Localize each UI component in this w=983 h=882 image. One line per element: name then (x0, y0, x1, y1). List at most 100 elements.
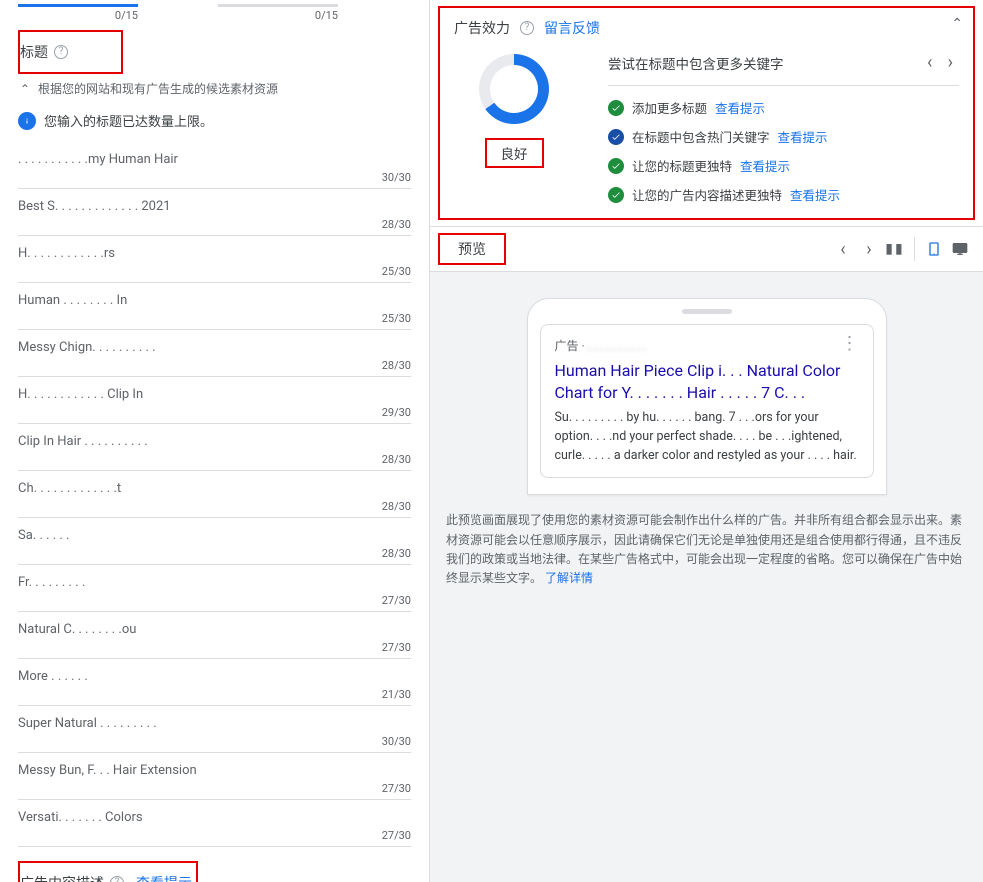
help-icon[interactable]: ? (54, 45, 68, 59)
headline-text: Sa. . . . . . (18, 528, 411, 543)
ad-badge: 广告 · (555, 339, 588, 353)
counter-images: 0/15 (218, 4, 338, 22)
headline-item[interactable]: More . . . . . .21/30 (18, 659, 411, 706)
phone-speaker-icon (682, 309, 732, 314)
char-count: 27/30 (18, 590, 411, 607)
idea-row: 让您的标题更独特 查看提示 (608, 156, 959, 175)
collapse-icon[interactable]: ⌃ (951, 16, 963, 32)
headline-text: Versati. . . . . . . Colors (18, 810, 411, 825)
check-icon (608, 158, 624, 174)
headline-item[interactable]: Fr. . . . . . . . .27/30 (18, 565, 411, 612)
char-count: 28/30 (18, 355, 411, 372)
phone-frame: 广告 · . . . . . . . . . . ⋮ Human Hair Pi… (527, 298, 887, 495)
headline-text: H. . . . . . . . . . . .rs (18, 246, 411, 261)
asset-counters: 0/15 0/15 (18, 0, 411, 30)
idea-text: 让您的广告内容描述更独特 (632, 185, 782, 204)
counter-logos: 0/15 (18, 4, 138, 22)
char-count: 27/30 (18, 637, 411, 654)
preview-pause-button[interactable]: ▮▮ (882, 236, 908, 262)
headline-item[interactable]: Versati. . . . . . . Colors27/30 (18, 800, 411, 847)
char-count: 27/30 (18, 825, 411, 842)
strength-headline-tip: 尝试在标题中包含更多关键字 (608, 53, 784, 73)
char-count: 21/30 (18, 684, 411, 701)
headline-item[interactable]: Natural C. . . . . . . .ou27/30 (18, 612, 411, 659)
idea-link[interactable]: 查看提示 (790, 185, 840, 204)
ad-strength-rating: 良好 (485, 138, 544, 168)
preview-prev-button[interactable]: ‹ (830, 236, 856, 262)
char-count: 30/30 (18, 167, 411, 184)
headline-item[interactable]: H. . . . . . . . . . . .rs25/30 (18, 236, 411, 283)
chevron-up-icon: ⌃ (18, 82, 32, 96)
check-icon (608, 187, 624, 203)
headline-item[interactable]: Messy Chign. . . . . . . . . .28/30 (18, 330, 411, 377)
info-icon (18, 112, 36, 130)
char-count: 28/30 (18, 496, 411, 513)
headlines-list: . . . . . . . . . . .my Human Hair30/30B… (18, 142, 411, 847)
headline-limit-notice: 您输入的标题已达数量上限。 (18, 107, 411, 142)
feedback-link[interactable]: 留言反馈 (544, 18, 600, 38)
headline-text: Best S. . . . . . . . . . . . . 2021 (18, 199, 411, 214)
device-desktop-button[interactable] (947, 236, 973, 262)
headline-text: H. . . . . . . . . . . . Clip In (18, 387, 411, 402)
ad-strength-card: ⌃ 广告效力 ? 留言反馈 良好 尝试在标题中包含更多关键字 ‹ › (438, 6, 975, 220)
preview-next-button[interactable]: › (856, 236, 882, 262)
suggested-assets-row[interactable]: ⌃ 根据您的网站和现有广告生成的候选素材资源 (18, 74, 411, 107)
headline-text: Human . . . . . . . . In (18, 293, 411, 308)
check-icon (608, 100, 624, 116)
idea-row: 添加更多标题 查看提示 (608, 98, 959, 117)
view-tips-link[interactable]: 查看提示 (136, 873, 192, 882)
idea-link[interactable]: 查看提示 (778, 127, 828, 146)
char-count: 28/30 (18, 449, 411, 466)
idea-link[interactable]: 查看提示 (715, 98, 765, 117)
headline-item[interactable]: Ch. . . . . . . . . . . . .t28/30 (18, 471, 411, 518)
headline-text: Super Natural . . . . . . . . . (18, 716, 411, 731)
preview-canvas: 广告 · . . . . . . . . . . ⋮ Human Hair Pi… (430, 272, 983, 882)
char-count: 25/30 (18, 261, 411, 278)
help-icon[interactable]: ? (520, 21, 534, 35)
headline-text: Ch. . . . . . . . . . . . .t (18, 481, 411, 496)
ad-strength-title: 广告效力 (454, 18, 510, 38)
headlines-label: 标题 (20, 42, 48, 62)
headline-item[interactable]: Sa. . . . . .28/30 (18, 518, 411, 565)
headline-item[interactable]: Clip In Hair . . . . . . . . . .28/30 (18, 424, 411, 471)
serp-title[interactable]: Human Hair Piece Clip i. . . Natural Col… (555, 360, 859, 403)
idea-link[interactable]: 查看提示 (740, 156, 790, 175)
serp-menu-icon[interactable]: ⋮ (841, 339, 859, 349)
help-icon[interactable]: ? (110, 876, 124, 882)
headline-text: More . . . . . . (18, 669, 411, 684)
idea-text: 在标题中包含热门关键字 (632, 127, 770, 146)
prev-tip-button[interactable]: ‹ (921, 50, 938, 75)
char-count: 27/30 (18, 778, 411, 795)
char-count: 28/30 (18, 543, 411, 560)
headline-text: Clip In Hair . . . . . . . . . . (18, 434, 411, 449)
device-mobile-button[interactable] (921, 236, 947, 262)
serp-ad-card: 广告 · . . . . . . . . . . ⋮ Human Hair Pi… (540, 324, 874, 478)
char-count: 30/30 (18, 731, 411, 748)
ideas-list: 添加更多标题 查看提示在标题中包含热门关键字 查看提示让您的标题更独特 查看提示… (608, 98, 959, 204)
headline-item[interactable]: Messy Bun, F. . . Hair Extension27/30 (18, 753, 411, 800)
headline-text: Messy Bun, F. . . Hair Extension (18, 763, 411, 778)
char-count: 25/30 (18, 308, 411, 325)
left-assets-panel: 0/15 0/15 标题 ? ⌃ 根据您的网站和现有广告生成的候选素材资源 您输… (0, 0, 430, 882)
preview-footnote: 此预览画面展现了使用您的素材资源可能会制作出什么样的广告。并非所有组合都会显示出… (446, 511, 967, 588)
headline-text: Natural C. . . . . . . .ou (18, 622, 411, 637)
idea-text: 添加更多标题 (632, 98, 707, 117)
char-count: 29/30 (18, 402, 411, 419)
preview-toolbar: 预览 ‹ › ▮▮ (430, 226, 983, 272)
headline-text: Messy Chign. . . . . . . . . . (18, 340, 411, 355)
check-icon (608, 129, 624, 145)
ad-domain-blur: . . . . . . . . . . (588, 339, 646, 353)
ad-strength-gauge (479, 54, 549, 124)
learn-more-link[interactable]: 了解详情 (545, 571, 593, 585)
right-panel: ⌃ 广告效力 ? 留言反馈 良好 尝试在标题中包含更多关键字 ‹ › (430, 0, 983, 882)
headline-item[interactable]: Best S. . . . . . . . . . . . . 202128/3… (18, 189, 411, 236)
headline-item[interactable]: Human . . . . . . . . In25/30 (18, 283, 411, 330)
next-tip-button[interactable]: › (942, 50, 959, 75)
idea-text: 让您的标题更独特 (632, 156, 732, 175)
idea-row: 在标题中包含热门关键字 查看提示 (608, 127, 959, 146)
headline-item[interactable]: . . . . . . . . . . .my Human Hair30/30 (18, 142, 411, 189)
headline-item[interactable]: H. . . . . . . . . . . . Clip In29/30 (18, 377, 411, 424)
headlines-section-title: 标题 ? (18, 30, 123, 74)
descriptions-section-title: 广告内容描述 ? 查看提示 (18, 861, 198, 882)
headline-item[interactable]: Super Natural . . . . . . . . .30/30 (18, 706, 411, 753)
